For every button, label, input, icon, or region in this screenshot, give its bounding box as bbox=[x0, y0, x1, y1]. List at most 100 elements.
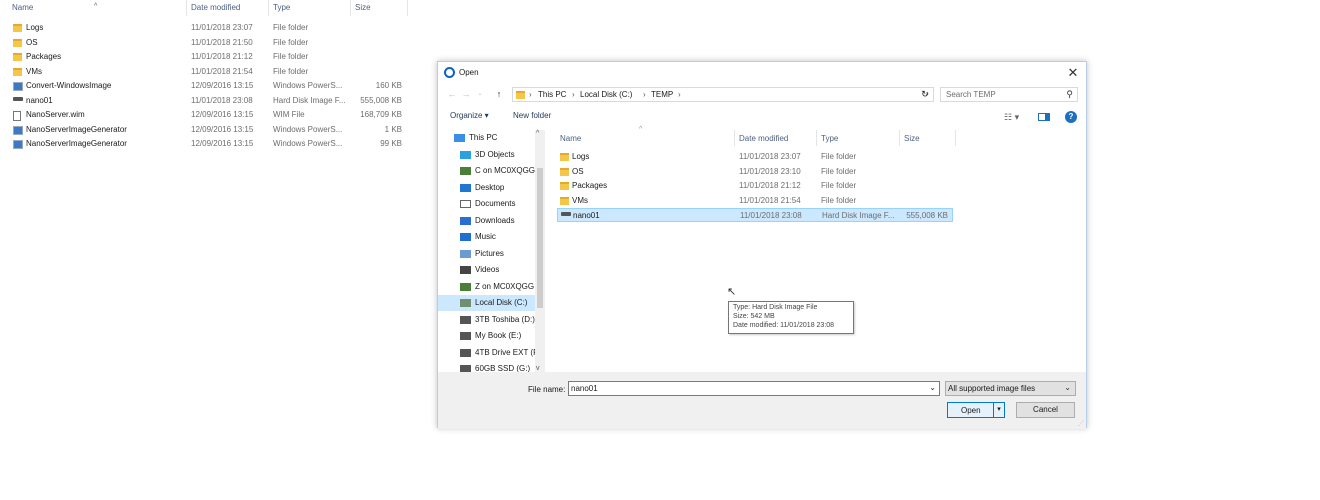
new-folder-button[interactable]: New folder bbox=[513, 111, 551, 120]
background-table-row[interactable]: NanoServerImageGenerator 12/09/2016 13:15… bbox=[0, 123, 410, 137]
col-header-type[interactable]: Type bbox=[821, 134, 838, 150]
nav-item[interactable]: This PC bbox=[438, 130, 536, 146]
background-table-row[interactable]: Logs 11/01/2018 23:07 File folder bbox=[0, 21, 410, 35]
background-table-row[interactable]: nano01 11/01/2018 23:08 Hard Disk Image F.… bbox=[0, 94, 410, 108]
nav-item-label: 4TB Drive EXT (F bbox=[475, 347, 536, 357]
col-header-size[interactable]: Size bbox=[904, 134, 920, 150]
cell-name: VMs bbox=[26, 66, 42, 76]
nav-item-label: Music bbox=[475, 232, 496, 241]
network-drive-icon bbox=[460, 282, 471, 291]
nav-item-label: Local Disk (C:) bbox=[475, 298, 528, 307]
back-arrow-icon[interactable]: ← bbox=[446, 87, 458, 101]
address-bar[interactable]: › This PC › Local Disk (C:) › TEMP › ⌄ bbox=[512, 87, 934, 102]
file-type-select[interactable]: All supported image files ⌄ bbox=[945, 381, 1076, 396]
cell-date: 11/01/2018 23:10 bbox=[739, 166, 801, 176]
nav-item[interactable]: Documents bbox=[438, 196, 536, 212]
documents-icon bbox=[460, 200, 471, 208]
nav-item[interactable]: 60GB SSD (G:) bbox=[438, 361, 536, 372]
nav-item[interactable]: Pictures bbox=[438, 246, 536, 262]
scrollbar-thumb[interactable] bbox=[537, 168, 543, 308]
navigation-pane-scrollbar[interactable]: ^ v bbox=[535, 130, 545, 372]
tooltip-size: Size: 542 MB bbox=[733, 313, 775, 320]
powershell-icon bbox=[13, 140, 23, 149]
nav-item-label: Pictures bbox=[475, 248, 504, 258]
breadcrumb-temp[interactable]: TEMP bbox=[651, 90, 673, 99]
cell-name: nano01 bbox=[26, 95, 53, 105]
background-table-row[interactable]: NanoServerImageGenerator 12/09/2016 13:15… bbox=[0, 137, 410, 151]
bg-col-size[interactable]: Size bbox=[355, 3, 371, 12]
network-drive-icon bbox=[460, 167, 471, 175]
up-arrow-icon[interactable]: ↑ bbox=[493, 87, 505, 101]
cell-type: File folder bbox=[273, 66, 309, 76]
table-row[interactable]: Logs 11/01/2018 23:07 File folder bbox=[557, 150, 953, 164]
nav-item-label: Z on MC0XQGG bbox=[475, 281, 535, 291]
cell-type: File folder bbox=[821, 195, 857, 205]
change-view-icon[interactable]: ☷ ▾ bbox=[1004, 112, 1019, 123]
background-table-row[interactable]: VMs 11/01/2018 21:54 File folder bbox=[0, 65, 410, 79]
help-icon[interactable]: ? bbox=[1065, 111, 1077, 123]
nav-item[interactable]: 3TB Toshiba (D:) bbox=[438, 312, 536, 328]
refresh-icon[interactable]: ↻ bbox=[918, 87, 932, 102]
nav-item[interactable]: C on MC0XQGG bbox=[438, 163, 536, 179]
cell-type: Windows PowerS... bbox=[273, 139, 343, 148]
nav-item[interactable]: Z on MC0XQGG bbox=[438, 279, 536, 295]
search-placeholder: Search TEMP bbox=[946, 90, 996, 99]
search-input[interactable]: Search TEMP ⚲ bbox=[940, 87, 1078, 102]
recent-locations-icon[interactable]: ⌄ bbox=[474, 87, 486, 101]
background-table-row[interactable]: Packages 11/01/2018 21:12 File folder bbox=[0, 50, 410, 64]
file-list: Name ^ Date modified Type Size Logs 11/01… bbox=[555, 126, 1085, 372]
chevron-down-icon[interactable]: ⌄ bbox=[929, 383, 936, 392]
open-dropdown-icon[interactable]: ▾ bbox=[993, 403, 1004, 417]
sort-arrow-icon: ^ bbox=[94, 3, 98, 10]
table-row[interactable]: VMs 11/01/2018 21:54 File folder bbox=[557, 194, 953, 208]
table-row[interactable]: OS 11/01/2018 23:10 File folder bbox=[557, 165, 953, 179]
background-table-row[interactable]: NanoServer.wim 12/09/2016 13:15 WIM File 16… bbox=[0, 108, 410, 122]
close-button[interactable]: ✕ bbox=[1064, 64, 1082, 82]
col-header-date[interactable]: Date modified bbox=[739, 134, 788, 150]
app-icon bbox=[444, 67, 455, 78]
organize-button[interactable]: Organize ▾ bbox=[450, 111, 489, 120]
file-name-value: nano01 bbox=[571, 384, 598, 393]
cell-size: 555,008 KB bbox=[906, 211, 948, 220]
file-name-input[interactable]: nano01 ⌄ bbox=[568, 381, 940, 396]
cell-name: Logs bbox=[26, 23, 44, 32]
downloads-icon bbox=[460, 216, 471, 225]
cell-type: WIM File bbox=[273, 110, 305, 119]
cancel-button[interactable]: Cancel bbox=[1016, 402, 1075, 418]
cell-date: 12/09/2016 13:15 bbox=[191, 139, 254, 148]
col-header-name[interactable]: Name bbox=[560, 134, 581, 150]
scroll-down-icon[interactable]: v bbox=[536, 365, 540, 372]
tooltip-type: Type: Hard Disk Image File bbox=[733, 304, 818, 311]
bg-col-type[interactable]: Type bbox=[273, 3, 290, 12]
table-row[interactable]: nano01 11/01/2018 23:08 Hard Disk Image F.… bbox=[557, 208, 953, 222]
bg-col-name[interactable]: Name bbox=[12, 3, 33, 12]
nav-item[interactable]: Local Disk (C:) bbox=[438, 295, 536, 311]
forward-arrow-icon[interactable]: → bbox=[460, 87, 472, 101]
navigation-pane: This PC 3D Objects C on MC0XQGG Desktop Docu… bbox=[438, 130, 545, 372]
open-button[interactable]: Open ▾ bbox=[947, 402, 1005, 418]
folder-icon bbox=[13, 53, 22, 61]
table-row[interactable]: Packages 11/01/2018 21:12 File folder bbox=[557, 179, 953, 193]
preview-pane-icon[interactable] bbox=[1038, 113, 1050, 121]
background-table-row[interactable]: OS 11/01/2018 21:50 File folder bbox=[0, 36, 410, 50]
cell-date: 12/09/2016 13:15 bbox=[191, 124, 254, 134]
scroll-up-icon[interactable]: ^ bbox=[536, 130, 539, 137]
nav-item[interactable]: Videos bbox=[438, 262, 536, 278]
drive-icon bbox=[460, 332, 471, 340]
cell-date: 11/01/2018 21:12 bbox=[739, 181, 801, 190]
chevron-down-icon: ⌄ bbox=[1064, 383, 1071, 392]
nav-item[interactable]: My Book (E:) bbox=[438, 328, 536, 344]
nav-item[interactable]: 3D Objects bbox=[438, 147, 536, 163]
resize-grip-icon[interactable]: ⋰ bbox=[1078, 420, 1084, 427]
nav-item[interactable]: Music bbox=[438, 229, 536, 245]
bg-col-date[interactable]: Date modified bbox=[191, 3, 240, 12]
nav-item[interactable]: 4TB Drive EXT (F bbox=[438, 345, 536, 361]
nav-item[interactable]: Downloads bbox=[438, 213, 536, 229]
cell-name: Convert-WindowsImage bbox=[26, 81, 112, 90]
nav-item[interactable]: Desktop bbox=[438, 180, 536, 196]
breadcrumb-this-pc[interactable]: This PC bbox=[538, 90, 566, 99]
background-table-row[interactable]: Convert-WindowsImage 12/09/2016 13:15 Wind… bbox=[0, 79, 410, 93]
breadcrumb-local-disk[interactable]: Local Disk (C:) bbox=[580, 90, 632, 99]
search-icon: ⚲ bbox=[1066, 89, 1073, 99]
nav-item-label: This PC bbox=[469, 133, 498, 142]
